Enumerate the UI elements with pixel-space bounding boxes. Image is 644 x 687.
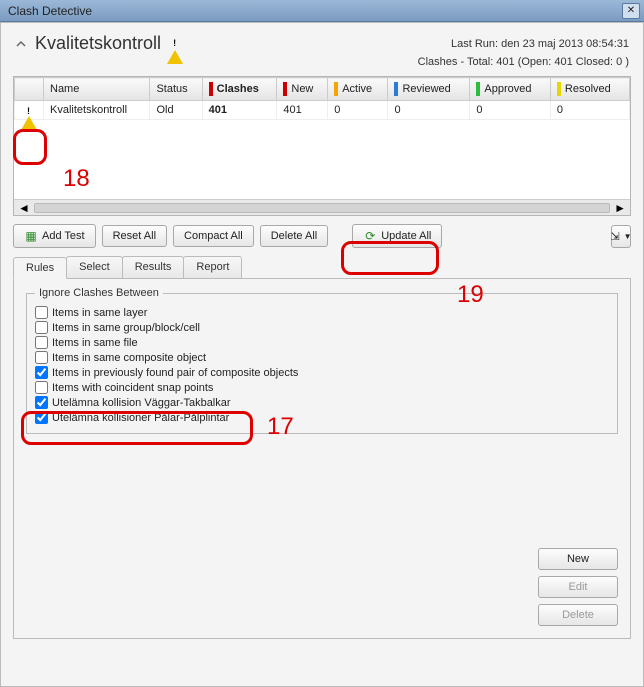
rule-checkbox[interactable] <box>35 336 48 349</box>
col-icon[interactable] <box>15 78 44 101</box>
rules-side-buttons: New Edit Delete <box>538 548 618 626</box>
reset-all-button[interactable]: Reset All <box>102 225 167 247</box>
last-run-value: den 23 maj 2013 08:54:31 <box>501 38 629 50</box>
tab-results[interactable]: Results <box>122 256 185 278</box>
table-row[interactable]: Kvalitetskontroll Old 401 401 0 0 0 0 <box>15 101 630 120</box>
export-menu-button[interactable]: ⇲▼ <box>611 225 631 248</box>
tabs: Rules Select Results Report <box>13 256 631 279</box>
rule-label: Items in same layer <box>52 307 147 319</box>
rule-item[interactable]: Items in previously found pair of compos… <box>35 365 609 380</box>
rule-item[interactable]: Utelämna kollision Väggar-Takbalkar <box>35 395 609 410</box>
rule-item[interactable]: Items in same layer <box>35 305 609 320</box>
cell-approved: 0 <box>470 101 551 120</box>
rule-item[interactable]: Utelämna kollisioner Pålar-Pålplintar <box>35 410 609 425</box>
horizontal-scrollbar[interactable]: ◄ ► <box>14 199 630 215</box>
collapse-chevron-icon[interactable] <box>15 38 27 50</box>
col-name[interactable]: Name <box>44 78 150 101</box>
scroll-left-icon[interactable]: ◄ <box>18 201 30 215</box>
last-run-info: Last Run: den 23 maj 2013 08:54:31 <box>451 38 629 50</box>
rule-checkbox[interactable] <box>35 351 48 364</box>
rule-item[interactable]: Items in same file <box>35 335 609 350</box>
rule-item[interactable]: Items in same composite object <box>35 350 609 365</box>
rule-edit-button[interactable]: Edit <box>538 576 618 598</box>
rule-label: Utelämna kollisioner Pålar-Pålplintar <box>52 412 229 424</box>
update-all-button[interactable]: ⟳ Update All <box>352 224 442 248</box>
col-new[interactable]: New <box>277 78 328 101</box>
ignore-legend: Ignore Clashes Between <box>35 287 163 299</box>
tab-report[interactable]: Report <box>183 256 242 278</box>
cell-status: Old <box>150 101 202 120</box>
add-test-button[interactable]: ▦ Add Test <box>13 224 96 248</box>
col-approved[interactable]: Approved <box>470 78 551 101</box>
rule-label: Items in same file <box>52 337 138 349</box>
col-status[interactable]: Status <box>150 78 202 101</box>
rule-item[interactable]: Items with coincident snap points <box>35 380 609 395</box>
rule-item[interactable]: Items in same group/block/cell <box>35 320 609 335</box>
scroll-track[interactable] <box>34 203 610 213</box>
rule-checkbox[interactable] <box>35 381 48 394</box>
cell-new: 401 <box>277 101 328 120</box>
tests-table: Name Status Clashes New Active Reviewed … <box>14 77 630 120</box>
window-title: Clash Detective <box>8 4 622 18</box>
tab-rules[interactable]: Rules <box>13 257 67 279</box>
warning-icon <box>167 36 183 52</box>
panel: Kvalitetskontroll Last Run: den 23 maj 2… <box>0 22 644 687</box>
rules-panel: Ignore Clashes Between Items in same lay… <box>13 279 631 639</box>
titlebar: Clash Detective ✕ <box>0 0 644 22</box>
plus-icon: ▦ <box>24 229 38 243</box>
rule-label: Utelämna kollision Väggar-Takbalkar <box>52 397 231 409</box>
clashes-summary: Clashes - Total: 401 (Open: 401 Closed: … <box>1 56 643 76</box>
toolbar: ▦ Add Test Reset All Compact All Delete … <box>13 224 631 248</box>
export-icon: ⇲ <box>610 230 619 243</box>
col-active[interactable]: Active <box>328 78 388 101</box>
current-test-name: Kvalitetskontroll <box>35 33 161 54</box>
rule-label: Items in same group/block/cell <box>52 322 200 334</box>
rule-checkbox[interactable] <box>35 411 48 424</box>
rule-label: Items in previously found pair of compos… <box>52 367 298 379</box>
col-clashes[interactable]: Clashes <box>202 78 277 101</box>
compact-all-button[interactable]: Compact All <box>173 225 254 247</box>
tests-table-area: Name Status Clashes New Active Reviewed … <box>13 76 631 216</box>
update-icon: ⟳ <box>363 229 377 243</box>
header: Kvalitetskontroll Last Run: den 23 maj 2… <box>1 23 643 56</box>
scroll-right-icon[interactable]: ► <box>614 201 626 215</box>
row-warning-icon <box>15 101 44 120</box>
last-run-label: Last Run: <box>451 38 498 50</box>
rule-checkbox[interactable] <box>35 396 48 409</box>
cell-resolved: 0 <box>550 101 629 120</box>
rule-label: Items in same composite object <box>52 352 206 364</box>
cell-active: 0 <box>328 101 388 120</box>
col-resolved[interactable]: Resolved <box>550 78 629 101</box>
col-reviewed[interactable]: Reviewed <box>388 78 470 101</box>
cell-clashes: 401 <box>202 101 277 120</box>
rule-checkbox[interactable] <box>35 321 48 334</box>
rule-label: Items with coincident snap points <box>52 382 213 394</box>
rule-delete-button[interactable]: Delete <box>538 604 618 626</box>
rule-new-button[interactable]: New <box>538 548 618 570</box>
delete-all-button[interactable]: Delete All <box>260 225 328 247</box>
ignore-fieldset: Ignore Clashes Between Items in same lay… <box>26 287 618 434</box>
rule-checkbox[interactable] <box>35 366 48 379</box>
rule-checkbox[interactable] <box>35 306 48 319</box>
close-button[interactable]: ✕ <box>622 3 640 19</box>
tab-select[interactable]: Select <box>66 256 123 278</box>
cell-reviewed: 0 <box>388 101 470 120</box>
cell-name: Kvalitetskontroll <box>44 101 150 120</box>
